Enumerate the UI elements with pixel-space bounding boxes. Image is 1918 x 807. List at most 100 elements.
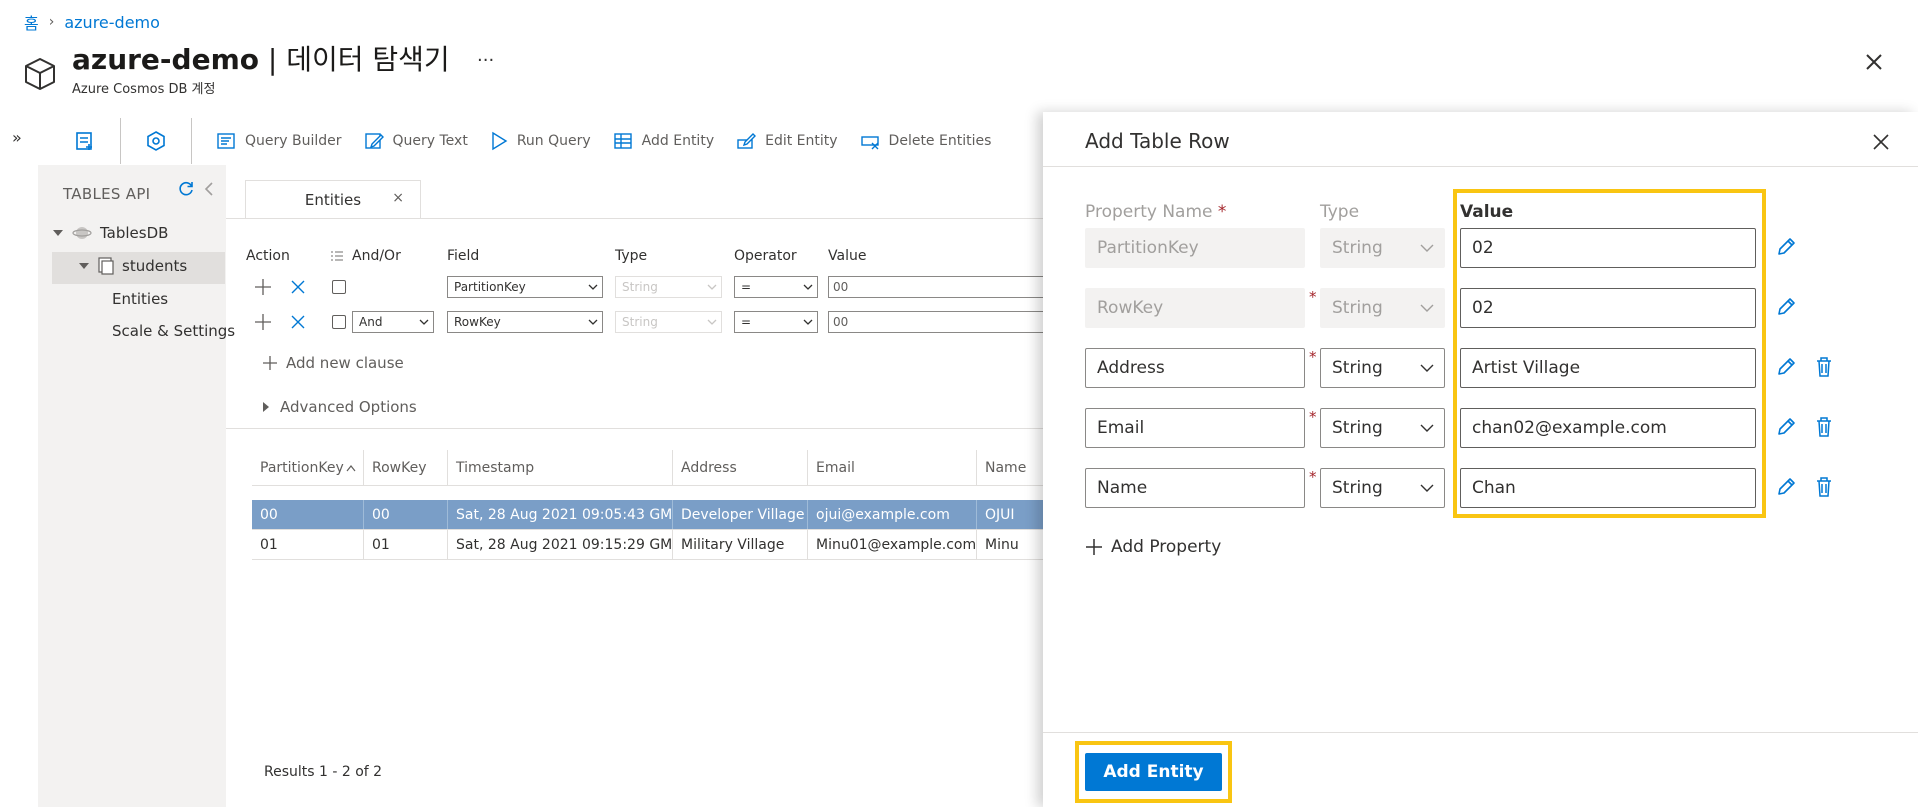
type-dropdown[interactable]: String	[1320, 408, 1445, 448]
breadcrumb-home[interactable]: 홈	[24, 10, 39, 34]
run-query-button[interactable]: Run Query	[490, 131, 591, 151]
column-header-partitionkey[interactable]: PartitionKey	[252, 450, 364, 485]
new-table-icon[interactable]	[74, 130, 96, 152]
caret-down-icon	[52, 227, 64, 239]
chevron-down-icon	[707, 284, 717, 290]
delete-trash-icon[interactable]	[1815, 476, 1833, 498]
property-name-field[interactable]: Address	[1085, 348, 1305, 388]
edit-pencil-icon[interactable]	[1775, 356, 1797, 378]
edit-entity-button[interactable]: Edit Entity	[736, 131, 838, 151]
table-icon	[98, 257, 114, 275]
tree-item-entities[interactable]: Entities	[112, 290, 168, 308]
edit-pencil-icon[interactable]	[1775, 416, 1797, 438]
cell-rowkey: 00	[364, 500, 448, 529]
type-select-value: String	[622, 280, 658, 294]
property-name-field: PartitionKey	[1085, 228, 1305, 268]
field-select[interactable]: PartitionKey	[447, 276, 603, 298]
tab-entities[interactable]: Entities ×	[245, 180, 421, 218]
expand-sidebar-button[interactable]: »	[12, 128, 22, 147]
property-name-field[interactable]: Email	[1085, 408, 1305, 448]
clause-checkbox[interactable]	[332, 280, 346, 294]
query-builder-button[interactable]: Query Builder	[216, 131, 342, 151]
advanced-options-toggle[interactable]: Advanced Options	[262, 398, 417, 416]
value-field[interactable]: chan02@example.com	[1460, 408, 1756, 448]
add-property-button[interactable]: Add Property	[1085, 537, 1221, 557]
column-header-rowkey[interactable]: RowKey	[364, 450, 448, 485]
add-entity-toolbar-button[interactable]: Add Entity	[613, 131, 714, 151]
delete-trash-icon[interactable]	[1815, 356, 1833, 378]
remove-clause-icon[interactable]	[291, 315, 305, 329]
value-input[interactable]: 00	[828, 276, 1044, 298]
type-dropdown[interactable]: String	[1320, 468, 1445, 508]
cell-timestamp: Sat, 28 Aug 2021 09:05:43 GMT	[448, 500, 673, 529]
operator-select[interactable]: =	[734, 311, 818, 333]
property-name-header-label: Property Name	[1085, 202, 1213, 222]
query-builder-label: Query Builder	[245, 133, 342, 149]
edit-pencil-icon[interactable]	[1775, 476, 1797, 498]
edit-entity-icon	[736, 131, 757, 151]
clause-checkbox[interactable]	[332, 315, 346, 329]
type-select[interactable]: String	[615, 311, 722, 333]
more-options-button[interactable]: ···	[477, 50, 494, 71]
database-label: TablesDB	[100, 224, 169, 242]
chevron-left-icon[interactable]	[203, 181, 215, 197]
tree-item-scale-settings[interactable]: Scale & Settings	[112, 322, 235, 340]
column-header-timestamp[interactable]: Timestamp	[448, 450, 673, 485]
chevron-down-icon	[588, 284, 598, 290]
value-field[interactable]: Artist Village	[1460, 348, 1756, 388]
delete-entities-button[interactable]: Delete Entities	[860, 131, 992, 151]
value-field[interactable]: 02	[1460, 288, 1756, 328]
add-new-clause-label: Add new clause	[286, 354, 404, 372]
tree-item-database[interactable]: TablesDB	[52, 224, 168, 242]
cell-timestamp: Sat, 28 Aug 2021 09:15:29 GMT	[448, 530, 673, 559]
query-text-button[interactable]: Query Text	[364, 131, 468, 151]
type-dropdown[interactable]: String	[1320, 348, 1445, 388]
cosmos-settings-icon[interactable]	[145, 130, 167, 152]
field-select[interactable]: RowKey	[447, 311, 603, 333]
type-header: Type	[1320, 202, 1360, 222]
remove-clause-icon[interactable]	[291, 280, 305, 294]
page-header: azure-demo | 데이터 탐색기 Azure Cosmos DB 계정	[22, 42, 450, 97]
cell-address: Military Village	[673, 530, 808, 559]
cell-partitionkey: 01	[252, 530, 364, 559]
header-type: Type	[615, 248, 648, 264]
add-entity-button[interactable]: Add Entity	[1085, 753, 1222, 791]
type-select[interactable]: String	[615, 276, 722, 298]
chevron-down-icon	[1420, 244, 1434, 252]
column-header-email[interactable]: Email	[808, 450, 977, 485]
sort-up-icon	[346, 464, 356, 472]
toolbar: Query Builder Query Text Run Query Add E…	[74, 118, 1013, 164]
andor-select[interactable]: And	[352, 311, 434, 333]
add-new-clause-button[interactable]: Add new clause	[262, 354, 404, 372]
value-field[interactable]: Chan	[1460, 468, 1756, 508]
breadcrumb-current[interactable]: azure-demo	[64, 13, 160, 32]
column-header-address[interactable]: Address	[673, 450, 808, 485]
tree-item-students[interactable]: students	[78, 257, 187, 275]
add-clause-icon[interactable]	[254, 278, 272, 296]
column-header-name[interactable]: Name	[977, 450, 1044, 485]
column-label: PartitionKey	[260, 459, 344, 476]
refresh-icon[interactable]	[177, 180, 195, 198]
page-title: azure-demo | 데이터 탐색기	[72, 43, 450, 76]
edit-pencil-icon[interactable]	[1775, 236, 1797, 258]
value-input[interactable]: 00	[828, 311, 1044, 333]
delete-entities-label: Delete Entities	[888, 133, 992, 149]
delete-entities-icon	[860, 131, 880, 151]
add-clause-icon[interactable]	[254, 313, 272, 331]
operator-select[interactable]: =	[734, 276, 818, 298]
table-row[interactable]: 01 01 Sat, 28 Aug 2021 09:15:29 GMT Mili…	[252, 530, 1044, 560]
chevron-down-icon	[1420, 484, 1434, 492]
property-name-field: RowKey	[1085, 288, 1305, 328]
table-row[interactable]: 00 00 Sat, 28 Aug 2021 09:05:43 GMT Deve…	[252, 500, 1044, 530]
type-dropdown-value: String	[1332, 298, 1383, 318]
property-name-field[interactable]: Name	[1085, 468, 1305, 508]
plus-icon	[262, 355, 278, 371]
query-text-label: Query Text	[392, 133, 468, 149]
delete-trash-icon[interactable]	[1815, 416, 1833, 438]
close-icon[interactable]	[1864, 52, 1884, 72]
panel-close-icon[interactable]	[1872, 133, 1890, 151]
tab-close-icon[interactable]: ×	[392, 190, 404, 206]
toolbar-divider	[191, 118, 192, 164]
edit-pencil-icon[interactable]	[1775, 296, 1797, 318]
value-field[interactable]: 02	[1460, 228, 1756, 268]
